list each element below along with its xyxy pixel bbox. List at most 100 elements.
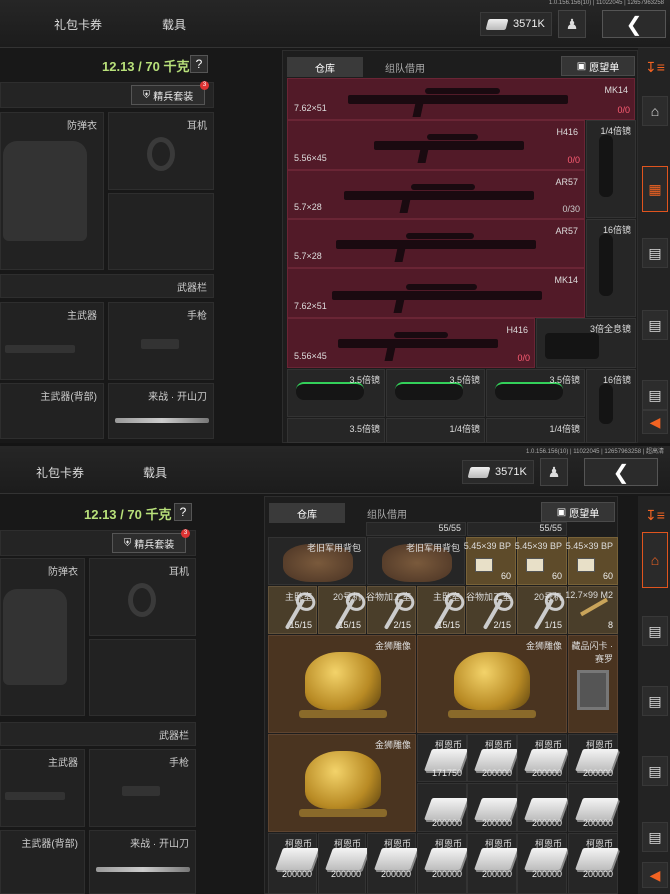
- key-item[interactable]: 20号机 15/15: [318, 586, 366, 634]
- backpack-item[interactable]: 老旧军用背包: [367, 537, 465, 585]
- profile-button[interactable]: ♟: [558, 10, 586, 38]
- weapon-row[interactable]: 5.56×45 H416 0/0: [287, 120, 585, 170]
- cash-item[interactable]: 柯恩币 200000: [517, 734, 569, 782]
- ammo-item[interactable]: 12.7×99 M2 8: [565, 586, 618, 634]
- sort-icon[interactable]: ↧≡: [642, 52, 668, 82]
- storage-tab-4[interactable]: ▤: [642, 822, 668, 852]
- cash-item[interactable]: 柯恩币 171750: [417, 734, 469, 782]
- ammo-count: 0/0: [567, 155, 580, 165]
- back-button[interactable]: ❮: [584, 458, 658, 486]
- item-label: 3.5倍镜: [349, 424, 380, 434]
- scope-item[interactable]: 3.5倍镜: [486, 369, 585, 417]
- scope-item[interactable]: 1/4倍镜: [386, 418, 485, 443]
- scope-item[interactable]: 16倍镜: [586, 219, 636, 317]
- tab-gift-cards[interactable]: 礼包卡券: [54, 16, 102, 33]
- empty-slot[interactable]: [89, 639, 196, 716]
- collapse-button[interactable]: ◀: [642, 862, 668, 888]
- cash-item[interactable]: 200000: [467, 783, 519, 832]
- scope-item[interactable]: 16倍镜: [586, 369, 636, 443]
- tab-gift-cards[interactable]: 礼包卡券: [36, 464, 84, 481]
- storage-tab-1[interactable]: ▦: [642, 166, 668, 212]
- collectible-card-item[interactable]: 藏品闪卡 · 赛罗: [568, 635, 618, 733]
- item-cell[interactable]: 55/55: [467, 522, 567, 536]
- pistol-slot[interactable]: 手枪: [89, 749, 196, 827]
- cash-item[interactable]: 柯恩币 200000: [467, 734, 519, 782]
- ammo-item[interactable]: 5.45×39 BP 60: [566, 537, 618, 585]
- scope-item[interactable]: 3.5倍镜: [386, 369, 485, 417]
- storage-tab-3[interactable]: ▤: [642, 310, 668, 340]
- back-button[interactable]: ❮: [602, 10, 666, 38]
- cash-item[interactable]: 柯恩币 200000: [268, 833, 320, 894]
- scope-item[interactable]: 1/4倍镜: [486, 418, 585, 443]
- help-button[interactable]: ?: [190, 55, 208, 73]
- armor-slot[interactable]: 防弹衣: [0, 558, 85, 716]
- tab-vehicles[interactable]: 载具: [143, 464, 167, 481]
- elite-kit-button[interactable]: ⛨ 精兵套装 3: [131, 81, 209, 105]
- melee-slot[interactable]: 来战 · 开山刀: [89, 830, 196, 894]
- cash-item[interactable]: 柯恩币 200000: [417, 833, 469, 894]
- wishlist-button[interactable]: ▣ 愿望单: [541, 502, 615, 522]
- cash-item[interactable]: 柯恩币 200000: [367, 833, 419, 894]
- wishlist-button[interactable]: ▣ 愿望单: [561, 56, 635, 76]
- cash-item[interactable]: 柯恩币 200000: [318, 833, 370, 894]
- gold-lion-item[interactable]: 金狮雕像: [268, 734, 416, 832]
- gold-lion-item[interactable]: 金狮雕像: [268, 635, 416, 733]
- weapon-row[interactable]: 5.56×45 H416 0/0: [287, 318, 535, 368]
- weapon-row[interactable]: 7.62×51 MK14 0/0: [287, 78, 635, 120]
- cash-item[interactable]: 柯恩币 200000: [467, 833, 519, 894]
- right-sidebar: ↧≡ ⌂ ▤ ▤ ▤ ▤ ◀: [638, 496, 670, 894]
- cash-item[interactable]: 柯恩币 200000: [568, 734, 620, 782]
- help-button[interactable]: ?: [174, 503, 192, 521]
- cash-item[interactable]: 200000: [417, 783, 469, 832]
- elite-kit-button[interactable]: ⛨ 精兵套装 3: [112, 529, 190, 553]
- item-cell[interactable]: 55/55: [366, 522, 466, 536]
- weapon-row[interactable]: 5.7×28 AR57: [287, 219, 585, 268]
- ammo-item[interactable]: 5.45×39 BP 60: [464, 537, 516, 585]
- home-button[interactable]: ⌂: [642, 532, 668, 588]
- storage-tab-2[interactable]: ▤: [642, 238, 668, 268]
- ammo-item[interactable]: 5.45×39 BP 60: [515, 537, 567, 585]
- key-item[interactable]: 谷物加工室 2/15: [366, 586, 416, 634]
- key-item[interactable]: 20号机 1/15: [517, 586, 567, 634]
- cash-item[interactable]: 柯恩币 200000: [517, 833, 569, 894]
- tab-warehouse[interactable]: 仓库: [287, 57, 363, 77]
- profile-button[interactable]: ♟: [540, 458, 568, 486]
- primary-weapon-slot[interactable]: 主武器: [0, 302, 104, 380]
- key-item[interactable]: 主卧室 15/15: [268, 586, 317, 634]
- gold-lion-item[interactable]: 金狮雕像: [417, 635, 567, 733]
- scope-item[interactable]: 3.5倍镜: [287, 418, 385, 443]
- holo-sight-item[interactable]: 3倍全息镜: [536, 318, 636, 368]
- storage-tab-3[interactable]: ▤: [642, 756, 668, 786]
- storage-tab-4[interactable]: ▤: [642, 380, 668, 410]
- sort-icon[interactable]: ↧≡: [642, 500, 668, 530]
- melee-slot[interactable]: 来战 · 开山刀: [108, 383, 214, 439]
- primary-back-slot[interactable]: 主武器(背部): [0, 383, 104, 439]
- item-count: 200000: [531, 818, 562, 828]
- primary-back-slot[interactable]: 主武器(背部): [0, 830, 85, 894]
- cash-item[interactable]: 200000: [517, 783, 569, 832]
- tab-team-borrow[interactable]: 组队借用: [367, 57, 443, 77]
- storage-tab-2[interactable]: ▤: [642, 686, 668, 716]
- backpack-item[interactable]: 老旧军用背包: [268, 537, 366, 585]
- tab-warehouse[interactable]: 仓库: [269, 503, 345, 523]
- armor-slot[interactable]: 防弹衣: [0, 112, 104, 270]
- cash-item[interactable]: 200000: [568, 783, 620, 832]
- cash-item[interactable]: 柯恩币 200000: [568, 833, 620, 894]
- key-item[interactable]: 主卧室 15/15: [417, 586, 465, 634]
- home-button[interactable]: ⌂: [642, 96, 668, 126]
- scope-item[interactable]: 3.5倍镜: [287, 369, 385, 417]
- key-item[interactable]: 谷物加工室 2/15: [466, 586, 516, 634]
- storage-tab-1[interactable]: ▤: [642, 616, 668, 646]
- tab-team-borrow[interactable]: 组队借用: [349, 503, 425, 523]
- headset-slot[interactable]: 耳机: [89, 558, 196, 636]
- scope-item[interactable]: 1/4倍镜: [586, 120, 636, 218]
- weapon-row[interactable]: 5.7×28 AR57 0/30: [287, 170, 585, 219]
- weapon-row[interactable]: 7.62×51 MK14: [287, 268, 585, 318]
- tab-vehicles[interactable]: 载具: [162, 16, 186, 33]
- headset-slot[interactable]: 耳机: [108, 112, 214, 190]
- chevron-left-icon: ◀: [649, 866, 661, 883]
- pistol-slot[interactable]: 手枪: [108, 302, 214, 380]
- empty-slot[interactable]: [108, 193, 214, 270]
- primary-weapon-slot[interactable]: 主武器: [0, 749, 85, 827]
- collapse-button[interactable]: ◀: [642, 410, 668, 434]
